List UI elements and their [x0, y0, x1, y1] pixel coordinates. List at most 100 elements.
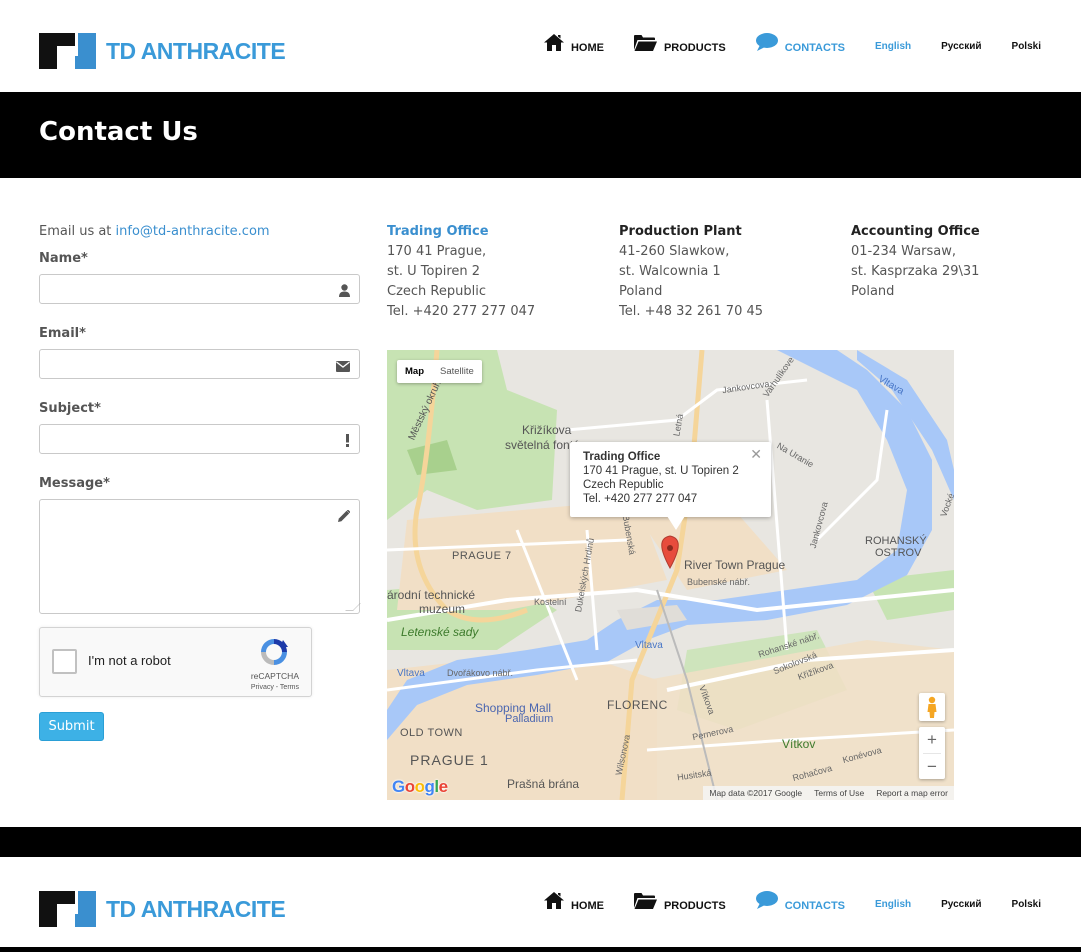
- terms-link[interactable]: Terms of Use: [808, 786, 870, 800]
- map-type-map-button[interactable]: Map: [397, 360, 432, 383]
- recaptcha-links[interactable]: Privacy - Terms: [251, 684, 299, 691]
- zoom-out-button[interactable]: −: [919, 754, 945, 780]
- office-phone: Tel. +420 277 277 047: [387, 304, 536, 319]
- nav-item-home[interactable]: HOME: [543, 891, 604, 912]
- map-label: Dvořákovo nábř.: [447, 668, 514, 678]
- office-phone: Tel. +48 32 261 70 45: [619, 304, 764, 319]
- report-error-link[interactable]: Report a map error: [870, 786, 954, 800]
- map-label: River Town Prague: [684, 558, 786, 572]
- lang-english[interactable]: English: [875, 35, 911, 52]
- info-line: Tel. +420 277 277 047: [583, 493, 698, 505]
- nav-item-home[interactable]: HOME: [543, 33, 604, 54]
- lang-english[interactable]: English: [875, 893, 911, 910]
- office-line: 01-234 Warsaw,: [851, 244, 957, 259]
- map-label: Křižíkova: [522, 423, 572, 437]
- message-field-wrap: [39, 499, 361, 614]
- zoom-in-button[interactable]: +: [919, 727, 945, 753]
- close-icon[interactable]: ✕: [750, 447, 762, 461]
- map-label: OSTROV: [875, 547, 922, 559]
- email-field-wrap: [39, 349, 360, 379]
- name-input[interactable]: [40, 275, 359, 303]
- office-line: 41-260 Slawkow,: [619, 244, 730, 259]
- subject-label: Subject*: [39, 401, 101, 416]
- nav-label-products: PRODUCTS: [663, 899, 726, 912]
- map-label: FLORENC: [607, 698, 668, 712]
- recaptcha-logo-icon: [259, 637, 289, 667]
- info-line: 170 41 Prague, st. U Topiren 2: [583, 465, 739, 477]
- info-title: Trading Office: [583, 451, 661, 463]
- map-label: ROHANSKÝ: [865, 535, 927, 547]
- google-logo-text: Google: [392, 777, 448, 796]
- pegman-icon[interactable]: [919, 693, 945, 721]
- logo-text: TD ANTHRACITE: [106, 895, 286, 922]
- map-label: muzeum: [419, 602, 466, 616]
- logo-mark-icon: [39, 891, 96, 927]
- info-line: Czech Republic: [583, 479, 664, 491]
- logo[interactable]: TD ANTHRACITE: [39, 33, 286, 69]
- map-label: árodní technické: [387, 588, 476, 602]
- office-production: Production Plant 41-260 Slawkow, st. Wal…: [619, 222, 763, 322]
- map-label: Vltava: [397, 668, 425, 679]
- recaptcha-checkbox[interactable]: [52, 649, 77, 674]
- nav-item-products[interactable]: PRODUCTS: [633, 892, 726, 912]
- message-input[interactable]: [40, 500, 359, 613]
- folder-open-icon: [633, 892, 657, 912]
- nav-label-products: PRODUCTS: [663, 41, 726, 54]
- google-map[interactable]: Křižíkova světelná fontána PRAGUE 7 Rive…: [387, 350, 954, 800]
- email-line: Email us at info@td-anthracite.com: [39, 224, 360, 239]
- map-label: Vítkov: [782, 737, 816, 751]
- user-icon: [339, 282, 350, 301]
- folder-open-icon: [633, 34, 657, 54]
- page-banner: Contact Us: [0, 92, 1081, 178]
- map-label: Vltava: [635, 640, 663, 651]
- info-window-tail: [667, 516, 685, 530]
- site-header: TD ANTHRACITE HOME PRODUCTS CONTACTS Eng…: [0, 0, 1081, 92]
- nav-label-contacts: CONTACTS: [784, 42, 845, 54]
- lang-polish[interactable]: Polski: [1012, 35, 1041, 52]
- lang-russian[interactable]: Русский: [941, 893, 981, 910]
- speech-bubble-icon: [755, 891, 778, 912]
- recaptcha-brand: reCAPTCHA: [250, 671, 299, 681]
- map-label: PRAGUE 1: [410, 752, 489, 768]
- nav-label-home: HOME: [570, 41, 604, 54]
- subject-input[interactable]: [40, 425, 359, 453]
- pencil-icon: [338, 507, 351, 526]
- map-base: [387, 350, 954, 800]
- office-line: 170 41 Prague,: [387, 244, 487, 259]
- email-link[interactable]: info@td-anthracite.com: [116, 224, 270, 239]
- nav-item-products[interactable]: PRODUCTS: [633, 34, 726, 54]
- office-line: Poland: [851, 284, 895, 299]
- office-title: Accounting Office: [851, 224, 980, 239]
- office-title: Trading Office: [387, 224, 489, 239]
- map-type-satellite-button[interactable]: Satellite: [432, 360, 482, 383]
- footer-bottom-bar: [0, 947, 1081, 952]
- speech-bubble-icon: [755, 33, 778, 54]
- footer-nav: HOME PRODUCTS CONTACTS English Русский P…: [514, 891, 1041, 912]
- envelope-icon: [336, 357, 350, 376]
- footer-logo[interactable]: TD ANTHRACITE: [39, 891, 286, 927]
- office-trading: Trading Office 170 41 Prague, st. U Topi…: [387, 222, 535, 322]
- name-label: Name*: [39, 251, 88, 266]
- submit-button[interactable]: Submit: [39, 712, 104, 741]
- lang-russian[interactable]: Русский: [941, 35, 981, 52]
- logo-mark-icon: [39, 33, 96, 69]
- site-footer: TD ANTHRACITE HOME PRODUCTS CONTACTS Eng…: [0, 857, 1081, 948]
- map-attribution: Map data ©2017 Google Terms of Use Repor…: [703, 786, 954, 800]
- email-input[interactable]: [40, 350, 359, 378]
- lang-polish[interactable]: Polski: [1012, 893, 1041, 910]
- map-label: OLD TOWN: [400, 727, 463, 739]
- google-logo[interactable]: Google: [392, 777, 448, 797]
- page-title: Contact Us: [39, 117, 198, 147]
- exclamation-icon: [345, 432, 350, 451]
- nav-label-contacts: CONTACTS: [784, 900, 845, 912]
- home-icon: [543, 891, 564, 912]
- nav-item-contacts[interactable]: CONTACTS: [755, 891, 845, 912]
- map-label: Prašná brána: [507, 777, 580, 791]
- name-field-wrap: [39, 274, 360, 304]
- subject-field-wrap: [39, 424, 360, 454]
- map-label: PRAGUE 7: [452, 550, 512, 562]
- map-data-credit: Map data ©2017 Google: [709, 788, 803, 798]
- nav-item-contacts[interactable]: CONTACTS: [755, 33, 845, 54]
- map-label: Letenské sady: [401, 625, 479, 639]
- nav-label-home: HOME: [570, 899, 604, 912]
